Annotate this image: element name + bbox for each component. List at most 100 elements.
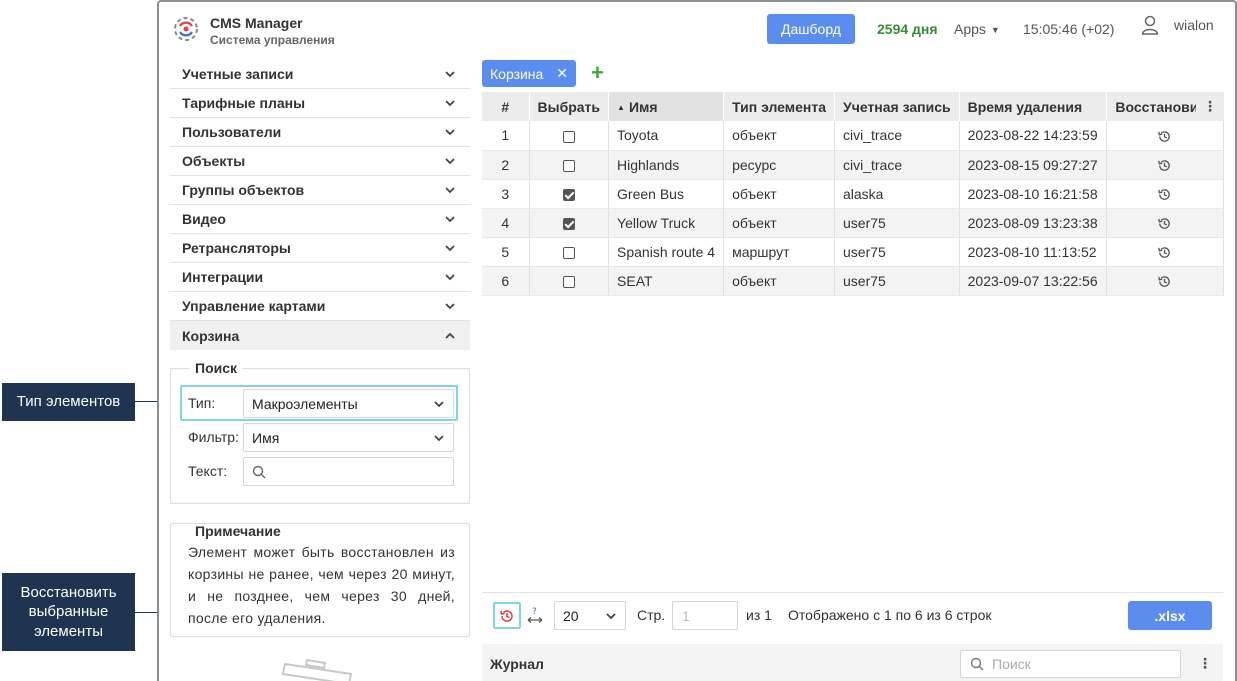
table-row[interactable]: 5 Spanish route 4 маршрут user75 2023-08-10 … (482, 237, 1224, 267)
cell-element-type: объект (723, 208, 835, 238)
restore-icon[interactable] (1157, 274, 1172, 289)
cell-name: SEAT (608, 266, 725, 296)
cell-restore[interactable] (1106, 266, 1224, 296)
column-menu-icon[interactable]: ⋮ (1196, 92, 1224, 121)
chevron-down-icon (606, 612, 616, 619)
restore-icon (500, 609, 513, 622)
recycle-bin-icon (281, 658, 353, 681)
text-label: Текст: (188, 463, 228, 479)
cell-select[interactable] (529, 179, 610, 209)
cell-select[interactable] (529, 237, 610, 267)
sidebar-item-map-management[interactable]: Управление картами (170, 292, 470, 321)
row-checkbox[interactable] (562, 217, 575, 230)
row-checkbox[interactable] (562, 159, 575, 172)
sidebar-item-accounts[interactable]: Учетные записи (170, 60, 470, 89)
table-row[interactable]: 3 Green Bus объект alaska 2023-08-10 16:21:5… (482, 179, 1224, 209)
sidebar-item-users[interactable]: Пользователи (170, 118, 470, 147)
table-row[interactable]: 4 Yellow Truck объект user75 2023-08-09 13:2… (482, 208, 1224, 238)
filter-select-value: Имя (252, 429, 280, 446)
sidebar-item-recycle-bin[interactable]: Корзина (170, 321, 470, 350)
sidebar-item-unit-groups[interactable]: Группы объектов (170, 176, 470, 205)
filter-label: Фильтр: (188, 429, 239, 445)
journal-search-input[interactable]: Поиск (960, 650, 1181, 678)
page-size-select[interactable]: 20 (554, 601, 626, 630)
cms-manager-window: CMS Manager Система управления Дашборд 2… (157, 0, 1237, 681)
restore-selected-button[interactable] (493, 602, 521, 629)
col-header-deletion-time[interactable]: Время удаления (959, 92, 1107, 121)
sidebar-item-units[interactable]: Объекты (170, 147, 470, 176)
sidebar-item-retranslators[interactable]: Ретрансляторы (170, 234, 470, 263)
sidebar-item-video[interactable]: Видео (170, 205, 470, 234)
svg-text:?: ? (532, 607, 537, 617)
filter-select[interactable]: Имя (243, 423, 454, 452)
cell-restore[interactable] (1106, 237, 1224, 267)
add-tab-icon[interactable]: + (591, 61, 604, 85)
cell-restore[interactable] (1106, 179, 1224, 209)
chevron-down-icon (434, 434, 444, 441)
chevron-down-icon (445, 158, 455, 165)
page-number-input[interactable]: 1 (672, 601, 738, 630)
cell-select[interactable] (529, 266, 610, 296)
apps-menu[interactable]: Apps ▼ (954, 21, 1000, 37)
cell-number: 2 (482, 150, 530, 180)
type-select[interactable]: Макроэлементы (243, 389, 454, 418)
restore-icon[interactable] (1157, 216, 1172, 231)
journal-menu-icon[interactable]: ⋮ (1198, 655, 1212, 672)
row-checkbox[interactable] (562, 188, 575, 201)
cell-element-type: ресурс (723, 150, 835, 180)
days-remaining: 2594 дня (877, 21, 938, 37)
search-icon (970, 657, 984, 671)
row-checkbox[interactable] (562, 130, 575, 143)
sidebar-item-integrations[interactable]: Интеграции (170, 263, 470, 292)
table-row[interactable]: 2 Highlands ресурс civi_trace 2023-08-15 09:… (482, 150, 1224, 180)
close-icon[interactable]: ✕ (556, 65, 568, 82)
tab-recycle-bin[interactable]: Корзина ✕ (482, 60, 576, 87)
table-row[interactable]: 6 SEAT объект user75 2023-09-07 13:22:56 (482, 266, 1224, 296)
cell-name: Yellow Truck (608, 208, 725, 238)
sidebar-item-label: Тарифные планы (182, 95, 306, 111)
cell-select[interactable] (529, 121, 610, 151)
cell-select[interactable] (529, 150, 610, 180)
cell-restore[interactable] (1106, 208, 1224, 238)
cell-number: 1 (482, 121, 530, 151)
sidebar-item-billing-plans[interactable]: Тарифные планы (170, 89, 470, 118)
cell-restore[interactable] (1106, 150, 1224, 180)
cell-deletion-time: 2023-08-09 13:23:38 (959, 208, 1107, 238)
cell-account: user75 (834, 266, 960, 296)
col-header-name[interactable]: ▲ Имя (608, 92, 725, 121)
cell-select[interactable] (529, 208, 610, 238)
restore-icon[interactable] (1157, 187, 1172, 202)
sidebar-nav: Учетные записи Тарифные планы Пользовате… (170, 60, 470, 350)
app-subtitle: Система управления (210, 33, 335, 47)
text-search-input[interactable] (243, 457, 454, 486)
username[interactable]: wialon (1174, 17, 1214, 33)
user-icon[interactable] (1141, 15, 1159, 35)
restore-icon[interactable] (1157, 245, 1172, 260)
tab-label: Корзина (490, 65, 544, 82)
row-checkbox[interactable] (562, 246, 575, 259)
search-legend: Поиск (189, 360, 244, 376)
autofit-columns-icon[interactable]: ? (526, 606, 544, 626)
sidebar-item-label: Ретрансляторы (182, 240, 291, 256)
restore-icon[interactable] (1157, 129, 1172, 144)
journal-title: Журнал (490, 656, 544, 672)
sidebar-item-label: Группы объектов (182, 182, 305, 198)
col-header-select[interactable]: Выбрать (529, 92, 610, 121)
type-label: Тип: (188, 395, 216, 411)
table-row[interactable]: 1 Toyota объект civi_trace 2023-08-22 14:23:… (482, 121, 1224, 151)
restore-icon[interactable] (1157, 158, 1172, 173)
cell-account: user75 (834, 237, 960, 267)
cell-deletion-time: 2023-08-10 16:21:58 (959, 179, 1107, 209)
dashboard-button[interactable]: Дашборд (767, 14, 855, 44)
cell-name: Highlands (608, 150, 725, 180)
col-header-element-type[interactable]: Тип элемента (723, 92, 835, 121)
chevron-down-icon (445, 129, 455, 136)
col-header-number[interactable]: # (482, 92, 530, 121)
top-header: CMS Manager Система управления Дашборд 2… (159, 2, 1235, 58)
export-xlsx-button[interactable]: .xlsx (1128, 601, 1212, 630)
caret-down-icon: ▼ (990, 25, 1000, 36)
cell-restore[interactable] (1106, 121, 1224, 151)
apps-label: Apps (954, 21, 986, 37)
row-checkbox[interactable] (562, 275, 575, 288)
col-header-account[interactable]: Учетная запись (834, 92, 960, 121)
